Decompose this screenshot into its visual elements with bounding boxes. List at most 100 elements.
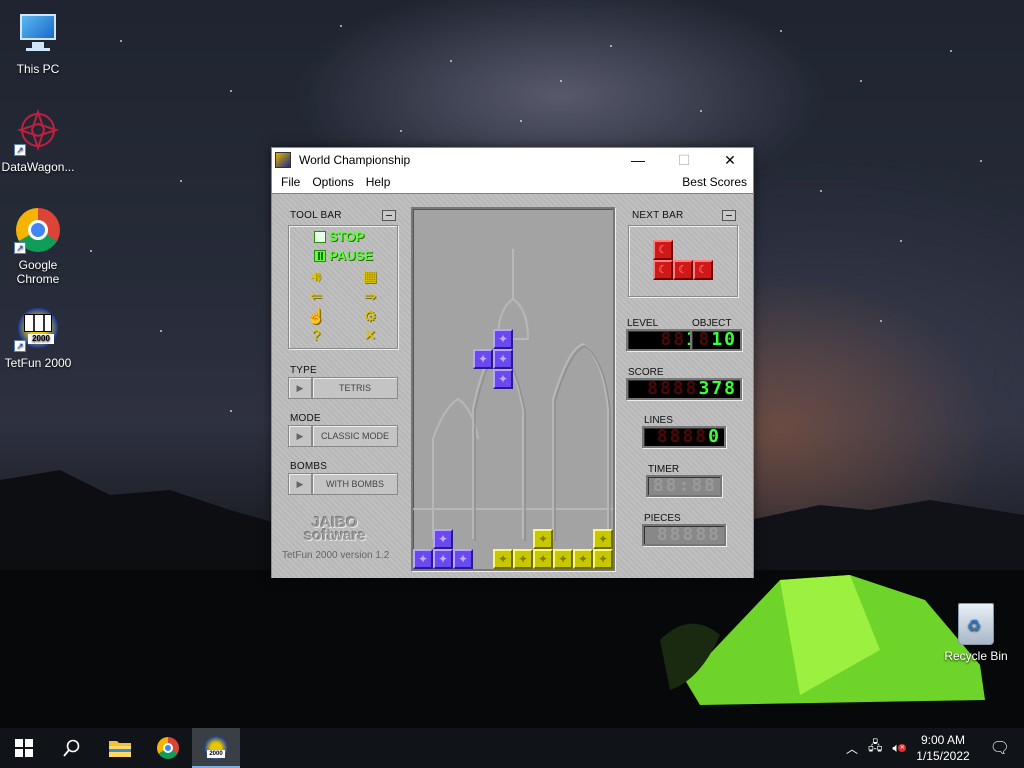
menu-file[interactable]: File bbox=[275, 172, 306, 192]
next-piece-block bbox=[653, 240, 673, 260]
settled-block bbox=[433, 549, 453, 569]
bombs-arrow-icon[interactable]: ▶ bbox=[288, 473, 312, 495]
volume-muted-icon[interactable]: 🔈︎ ✕ bbox=[886, 740, 907, 756]
next-piece-block bbox=[653, 260, 673, 280]
save-game-icon[interactable]: ⇒ bbox=[359, 288, 381, 306]
score-value: 378 bbox=[698, 378, 737, 399]
cathedral-emboss bbox=[413, 249, 613, 541]
chevron-up-icon[interactable]: ︿ bbox=[840, 740, 864, 757]
menu-help[interactable]: Help bbox=[360, 172, 397, 192]
clock-date: 1/15/2022 bbox=[916, 749, 970, 763]
clock[interactable]: 9:00 AM 1/15/2022 bbox=[906, 732, 979, 764]
menu-options[interactable]: Options bbox=[306, 172, 359, 192]
blocks-icon[interactable]: ▦ bbox=[359, 268, 381, 286]
mode-arrow-icon[interactable]: ▶ bbox=[288, 425, 312, 447]
game-area: TOOL BAR STOP PAUSE 🔊︎ ▦ ⇐ ⇒ ☝ ⚙ ? ✕ TYP… bbox=[272, 193, 753, 578]
settled-block bbox=[413, 549, 433, 569]
lines-value: 0 bbox=[708, 426, 721, 447]
score-display: 8888378 bbox=[626, 378, 742, 400]
mode-selector[interactable]: ▶ CLASSIC MODE bbox=[288, 425, 398, 447]
desktop-icon-label: Google Chrome bbox=[16, 258, 60, 286]
settings-icon[interactable]: ⚙ bbox=[359, 308, 381, 326]
next-piece-block bbox=[673, 260, 693, 280]
desktop-icon-datawagon[interactable]: ↗ DataWagon... bbox=[0, 108, 76, 174]
app-icon bbox=[275, 152, 291, 168]
falling-block bbox=[493, 349, 513, 369]
next-piece-block bbox=[693, 260, 713, 280]
type-selector[interactable]: ▶ TETRIS bbox=[288, 377, 398, 399]
windows-icon bbox=[15, 739, 33, 757]
timer-label: TIMER bbox=[648, 464, 680, 475]
settled-block bbox=[513, 549, 533, 569]
taskbar: 2000 ︿ 🖧 🔈︎ ✕ 9:00 AM 1/15/2022 🗨︎ bbox=[0, 728, 1024, 768]
object-value: 10 bbox=[711, 329, 737, 350]
exit-icon[interactable]: ✕ bbox=[359, 327, 381, 345]
settled-block bbox=[533, 549, 553, 569]
level-label: LEVEL bbox=[627, 318, 659, 329]
chrome-icon: ↗ bbox=[14, 206, 62, 254]
desktop-icon-this-pc[interactable]: This PC bbox=[0, 10, 76, 76]
falling-block bbox=[493, 329, 513, 349]
recycle-bin-icon: ♻ bbox=[958, 603, 994, 645]
type-label: TYPE bbox=[290, 365, 317, 376]
taskbar-tetfun[interactable]: 2000 bbox=[192, 728, 240, 768]
settled-block bbox=[493, 549, 513, 569]
hand-icon[interactable]: ☝ bbox=[305, 308, 327, 326]
desktop-icon-tetfun-2000[interactable]: 2000 ↗ TetFun 2000 bbox=[0, 304, 76, 370]
settled-block bbox=[433, 529, 453, 549]
desktop-icon-recycle-bin[interactable]: ♻ Recycle Bin bbox=[943, 603, 1009, 663]
next-bar-title: NEXT BAR bbox=[632, 210, 684, 221]
taskbar-file-explorer[interactable] bbox=[96, 728, 144, 768]
settled-block bbox=[533, 529, 553, 549]
sound-icon[interactable]: 🔊︎ bbox=[305, 268, 327, 286]
help-icon[interactable]: ? bbox=[305, 327, 327, 345]
next-bar-minimize-button[interactable] bbox=[722, 210, 736, 221]
toolbar-panel: STOP PAUSE 🔊︎ ▦ ⇐ ⇒ ☝ ⚙ ? ✕ bbox=[288, 225, 398, 349]
search-button[interactable] bbox=[48, 728, 96, 768]
load-game-icon[interactable]: ⇐ bbox=[305, 288, 327, 306]
minimize-button[interactable]: — bbox=[615, 148, 661, 172]
stop-label: STOP bbox=[329, 229, 365, 244]
pause-button[interactable]: PAUSE bbox=[314, 248, 373, 263]
folder-icon bbox=[109, 741, 131, 757]
start-button[interactable] bbox=[0, 728, 48, 768]
type-value: TETRIS bbox=[312, 377, 398, 399]
stop-icon bbox=[314, 230, 326, 243]
chrome-icon bbox=[157, 737, 179, 759]
desktop-icon-label: DataWagon... bbox=[1, 160, 75, 174]
close-button[interactable]: ✕ bbox=[707, 148, 753, 172]
toolbar-title: TOOL BAR bbox=[290, 210, 342, 221]
next-bar-panel bbox=[628, 225, 738, 297]
object-label: OBJECT bbox=[692, 318, 732, 329]
logo-line-2: software bbox=[304, 527, 366, 544]
desktop-icon-google-chrome[interactable]: ↗ Google Chrome bbox=[0, 206, 76, 286]
clock-time: 9:00 AM bbox=[920, 733, 965, 747]
title-bar[interactable]: World Championship — ☐ ✕ bbox=[272, 148, 753, 172]
stop-button[interactable]: STOP bbox=[314, 229, 364, 244]
notification-icon[interactable]: 🗨︎ bbox=[980, 738, 1024, 758]
settled-block bbox=[573, 549, 593, 569]
falling-block bbox=[473, 349, 493, 369]
maximize-button: ☐ bbox=[677, 151, 691, 168]
type-arrow-icon[interactable]: ▶ bbox=[288, 377, 312, 399]
desktop-icon-label: Recycle Bin bbox=[944, 649, 1008, 663]
pause-label: PAUSE bbox=[329, 248, 373, 263]
search-icon bbox=[63, 739, 80, 757]
taskbar-chrome[interactable] bbox=[144, 728, 192, 768]
bombs-selector[interactable]: ▶ WITH BOMBS bbox=[288, 473, 398, 495]
pieces-label: PIECES bbox=[644, 513, 681, 524]
lines-display: 88880 bbox=[642, 426, 726, 448]
object-display: 810 bbox=[690, 329, 742, 351]
bombs-label: BOMBS bbox=[290, 461, 328, 472]
menu-best-scores[interactable]: Best Scores bbox=[676, 172, 753, 192]
toolbar-minimize-button[interactable] bbox=[382, 210, 396, 221]
jaibo-logo: JAIBO software bbox=[304, 515, 366, 544]
score-label: SCORE bbox=[628, 367, 664, 378]
settled-block bbox=[593, 549, 613, 569]
shortcut-arrow-icon: ↗ bbox=[14, 144, 26, 156]
game-board[interactable] bbox=[411, 207, 615, 571]
bombs-value: WITH BOMBS bbox=[312, 473, 398, 495]
network-icon[interactable]: 🖧 bbox=[864, 737, 887, 759]
menu-bar: File Options Help Best Scores bbox=[272, 172, 753, 192]
desktop-icon-label: TetFun 2000 bbox=[4, 356, 72, 370]
